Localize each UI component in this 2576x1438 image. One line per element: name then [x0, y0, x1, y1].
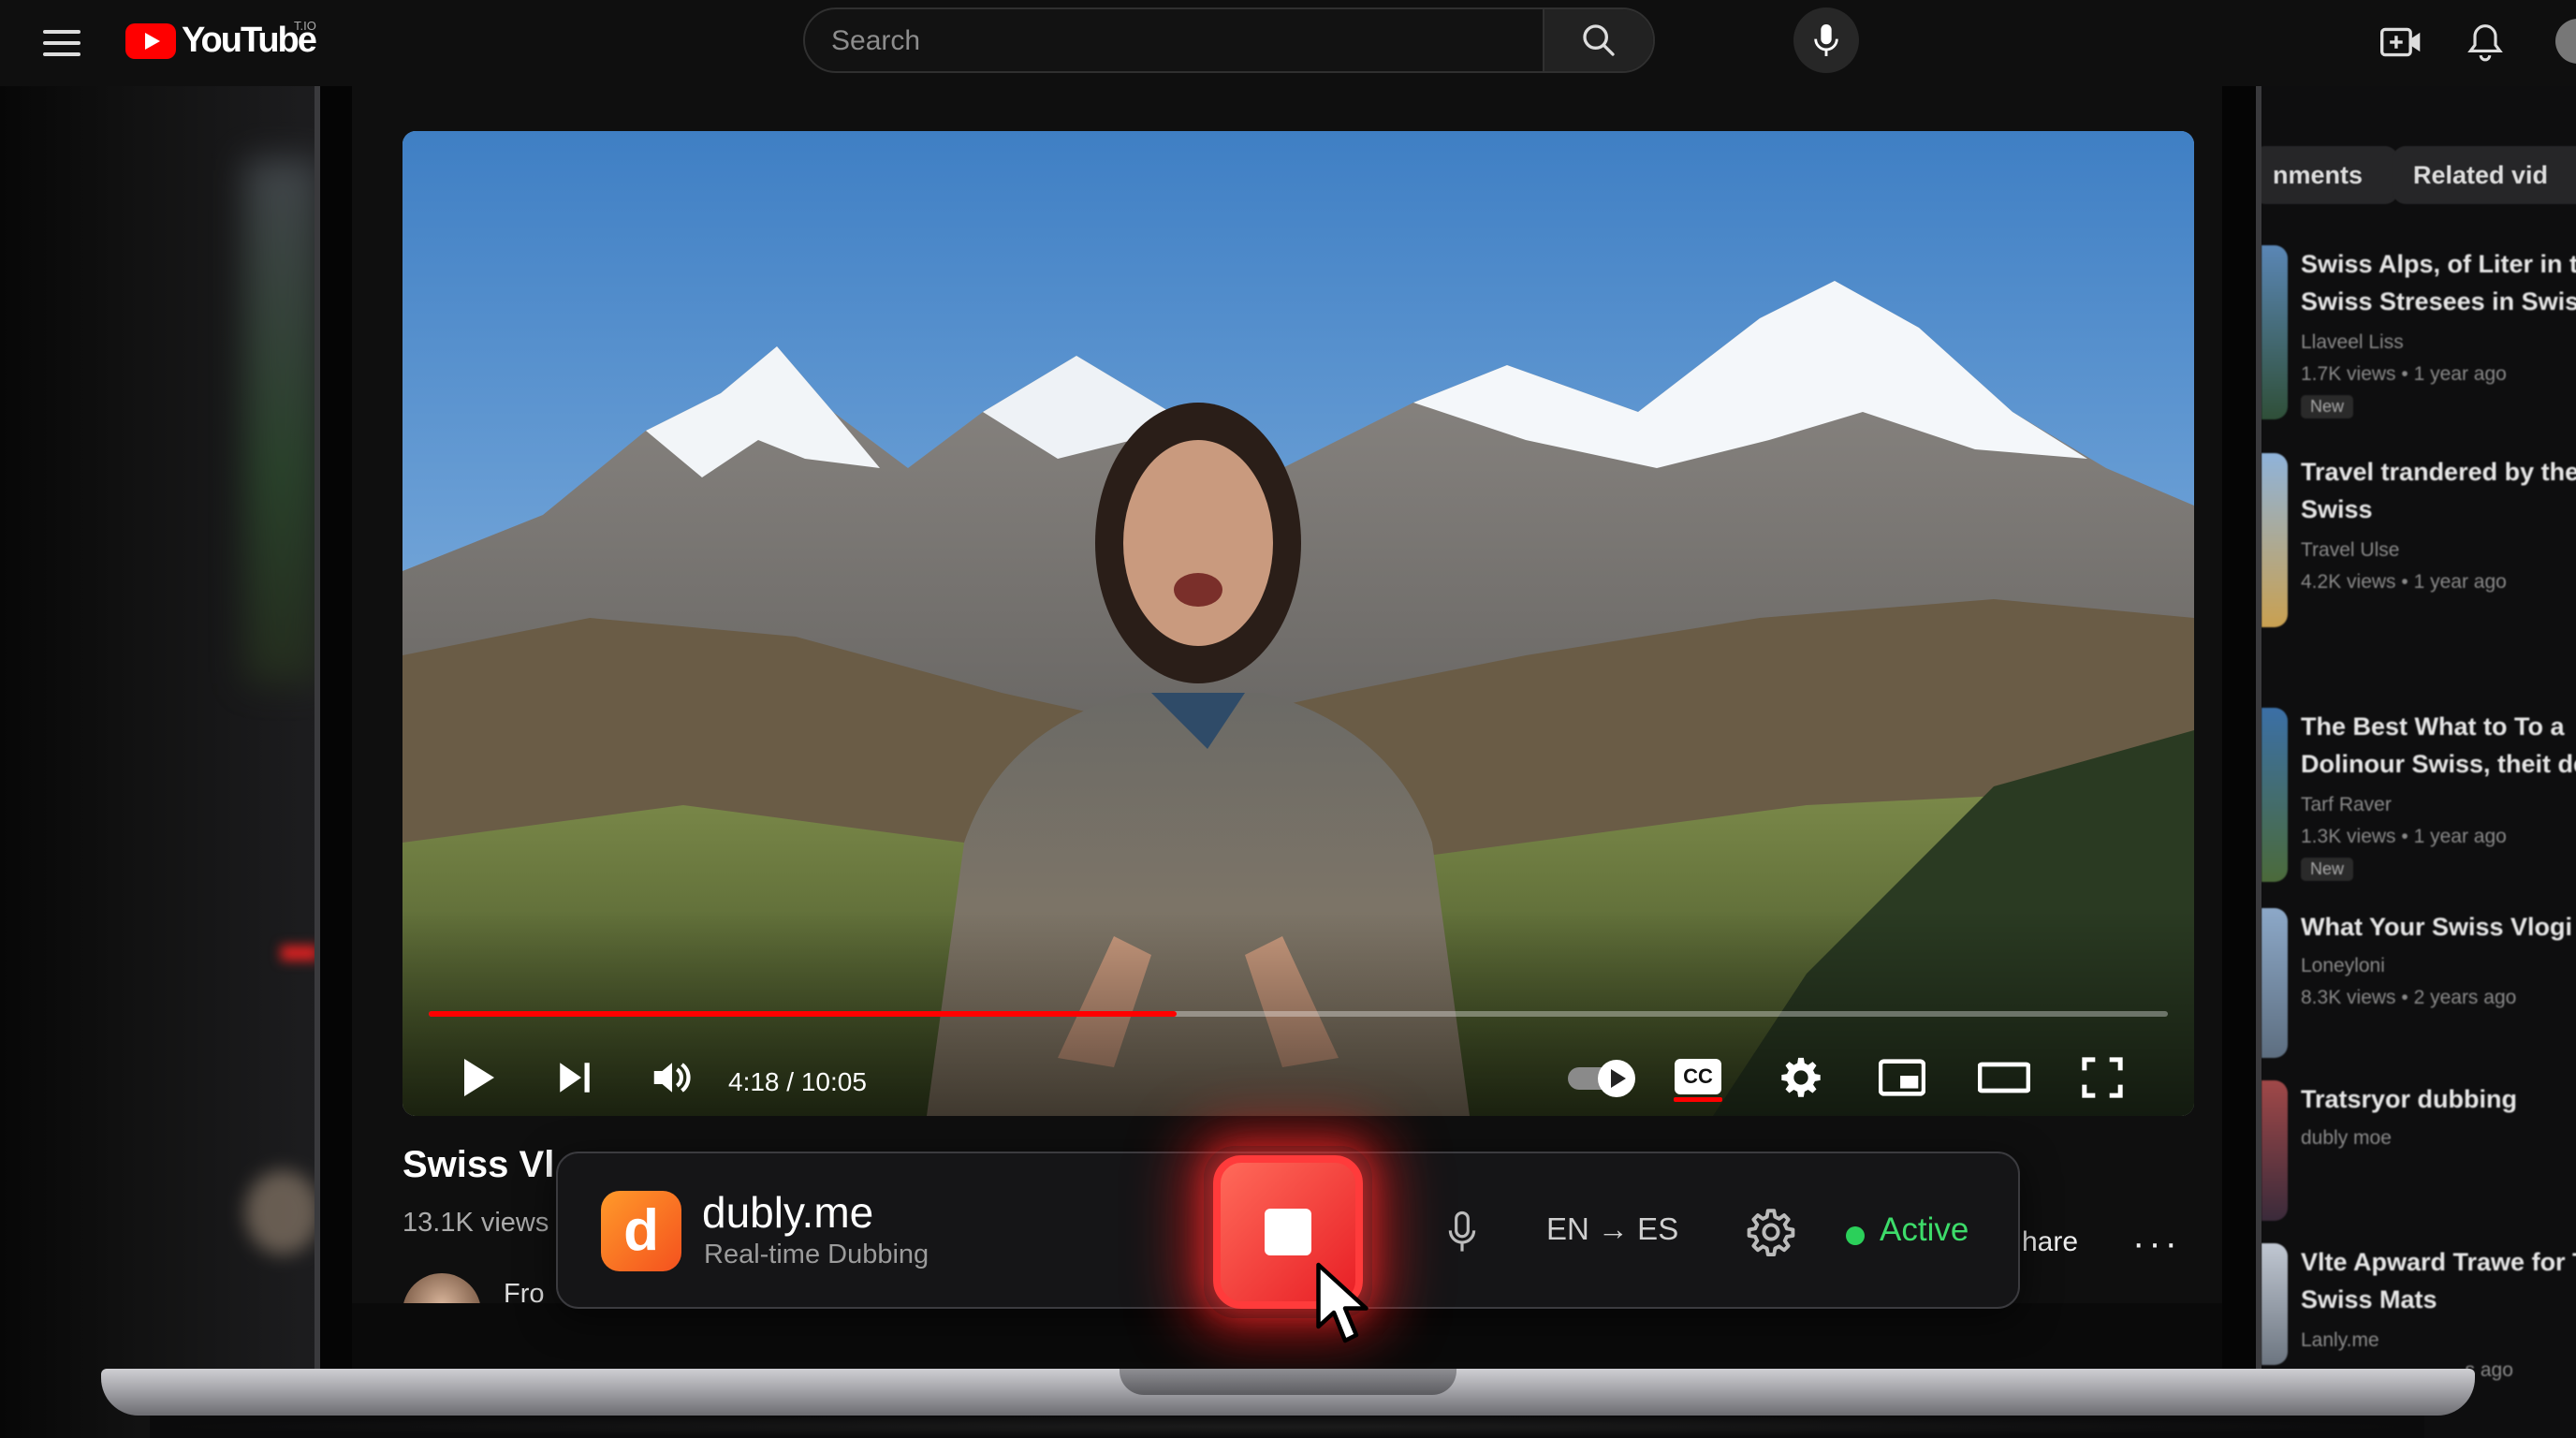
related-thumbnail [2261, 1080, 2288, 1221]
dubly-mic-button[interactable] [1434, 1202, 1490, 1262]
play-button[interactable] [451, 1045, 507, 1110]
related-channel: Tarf Raver [2301, 794, 2392, 815]
menu-icon[interactable] [43, 24, 80, 58]
related-thumbnail [2261, 245, 2288, 419]
status-indicator-dot [1846, 1226, 1865, 1245]
related-title-line2: Dolinour Swiss, theit de [2301, 750, 2576, 778]
search-input[interactable] [829, 22, 1507, 60]
related-title-line1: Travel trandered by the [2301, 458, 2576, 486]
related-title-line2: Swiss Mats [2301, 1285, 2437, 1313]
related-title-line2: Swiss [2301, 495, 2373, 523]
play-icon [464, 1059, 494, 1096]
dubly-tagline: Real-time Dubbing [704, 1240, 929, 1269]
microphone-icon [1448, 1211, 1476, 1252]
next-button[interactable] [547, 1045, 603, 1110]
settings-icon [1781, 1057, 1821, 1097]
related-title-line1: Vlte Apward Trawe for Th [2301, 1248, 2576, 1276]
related-channel: Llaveel Liss [2301, 331, 2404, 353]
microphone-icon [1814, 24, 1838, 56]
related-thumbnail [2261, 708, 2288, 882]
related-title-line1: Tratsryor dubbing [2301, 1085, 2518, 1113]
autoplay-toggle[interactable] [1563, 1050, 1644, 1107]
related-thumbnail [2261, 908, 2288, 1058]
blurred-avatar [245, 1170, 320, 1255]
chip-related[interactable]: Related vid [2393, 146, 2576, 204]
view-count: 13.1K views [402, 1208, 549, 1238]
captions-button[interactable]: CC [1670, 1039, 1726, 1114]
related-video-item[interactable]: Travel trandered by the Swiss Travel Uls… [2261, 453, 2576, 640]
volume-button[interactable] [642, 1045, 702, 1110]
top-bar: YouTube T.IO [0, 0, 2576, 86]
related-channel: Loneyloni [2301, 955, 2385, 976]
search-icon [1583, 24, 1615, 56]
blurred-progress-mark [281, 946, 318, 961]
related-sidebar: nments Related vid Swiss Alps, of Liter … [2261, 86, 2576, 1438]
video-title: Swiss Vl [402, 1144, 555, 1185]
progress-bar[interactable] [429, 1011, 2168, 1017]
related-video-item[interactable]: What Your Swiss Vlogi T Loneyloni 8.3K v… [2261, 908, 2576, 1077]
captions-active-indicator [1674, 1097, 1722, 1102]
mouse-cursor-icon [1316, 1262, 1368, 1343]
time-display: 4:18 / 10:05 [728, 1067, 867, 1096]
gear-icon [1747, 1209, 1795, 1256]
dubly-settings-button[interactable] [1741, 1202, 1801, 1262]
new-badge: New [2301, 395, 2354, 418]
related-channel: dubly moe [2301, 1127, 2392, 1149]
related-title-line2: Swiss Stresees in Swiss [2301, 287, 2576, 315]
related-meta: 1.3K views • 1 year ago [2301, 826, 2507, 847]
more-actions-button[interactable]: ··· [2132, 1223, 2181, 1265]
theater-icon [1978, 1062, 2030, 1093]
search-button[interactable] [1543, 9, 1653, 71]
fullscreen-icon [2082, 1057, 2123, 1098]
share-button[interactable]: hare [2022, 1226, 2078, 1258]
new-badge: New [2301, 858, 2354, 881]
youtube-play-logo-icon [125, 22, 176, 59]
avatar[interactable] [2555, 19, 2576, 64]
dubly-logo-letter: d [623, 1198, 659, 1263]
create-video-button[interactable] [2378, 19, 2424, 66]
status-badge: Active [1880, 1211, 1969, 1248]
chip-comments[interactable]: nments [2261, 146, 2398, 204]
laptop-shadow [150, 1416, 2424, 1438]
miniplayer-icon [1879, 1059, 1925, 1096]
dubly-name: dubly.me [702, 1188, 874, 1237]
related-channel: Travel Ulse [2301, 539, 2400, 561]
related-meta: 8.3K views • 2 years ago [2301, 987, 2517, 1008]
notifications-bell-icon [2467, 24, 2503, 62]
search-bar [803, 7, 1655, 73]
fullscreen-button[interactable] [2072, 1045, 2132, 1110]
video-player[interactable]: 4:18 / 10:05 CC [402, 131, 2194, 1116]
related-thumbnail [2261, 453, 2288, 627]
next-icon [560, 1063, 590, 1093]
autoplay-toggle-icon [1568, 1060, 1635, 1097]
create-video-icon [2380, 27, 2421, 57]
notifications-button[interactable] [2462, 17, 2509, 67]
dubly-logo-icon: d [601, 1191, 681, 1271]
related-video-item[interactable]: Tratsryor dubbing dubly moe [2261, 1080, 2576, 1230]
volume-icon [653, 1063, 691, 1093]
related-video-item[interactable]: The Best What to To a Dolinour Swiss, th… [2261, 708, 2576, 895]
blurred-thumbnail [245, 159, 320, 683]
captions-icon: CC [1675, 1059, 1721, 1094]
related-thumbnail [2261, 1243, 2288, 1365]
logo-superscript: T.IO [294, 19, 316, 33]
voice-search-button[interactable] [1793, 7, 1859, 73]
youtube-logo[interactable]: YouTube T.IO [125, 19, 317, 61]
dubly-panel: d dubly.me Real-time Dubbing EN → ES Act… [556, 1146, 2020, 1318]
language-pair[interactable]: EN → ES [1546, 1211, 1678, 1247]
progress-played [429, 1011, 1177, 1017]
related-channel: Lanly.me [2301, 1329, 2379, 1351]
related-title-line1: The Best What to To a [2301, 712, 2565, 741]
settings-button[interactable] [1773, 1045, 1829, 1110]
related-video-item[interactable]: Swiss Alps, of Liter in th Swiss Stresee… [2261, 245, 2576, 433]
related-title-line1: Swiss Alps, of Liter in th [2301, 250, 2576, 278]
stop-icon [1265, 1209, 1311, 1255]
laptop-notch [1120, 1369, 1456, 1395]
related-meta: 4.2K views • 1 year ago [2301, 571, 2507, 593]
theater-mode-button[interactable] [1971, 1045, 2037, 1110]
miniplayer-button[interactable] [1872, 1045, 1932, 1110]
related-meta: 1.7K views • 1 year ago [2301, 363, 2507, 385]
related-title-line1: What Your Swiss Vlogi T [2301, 913, 2576, 941]
